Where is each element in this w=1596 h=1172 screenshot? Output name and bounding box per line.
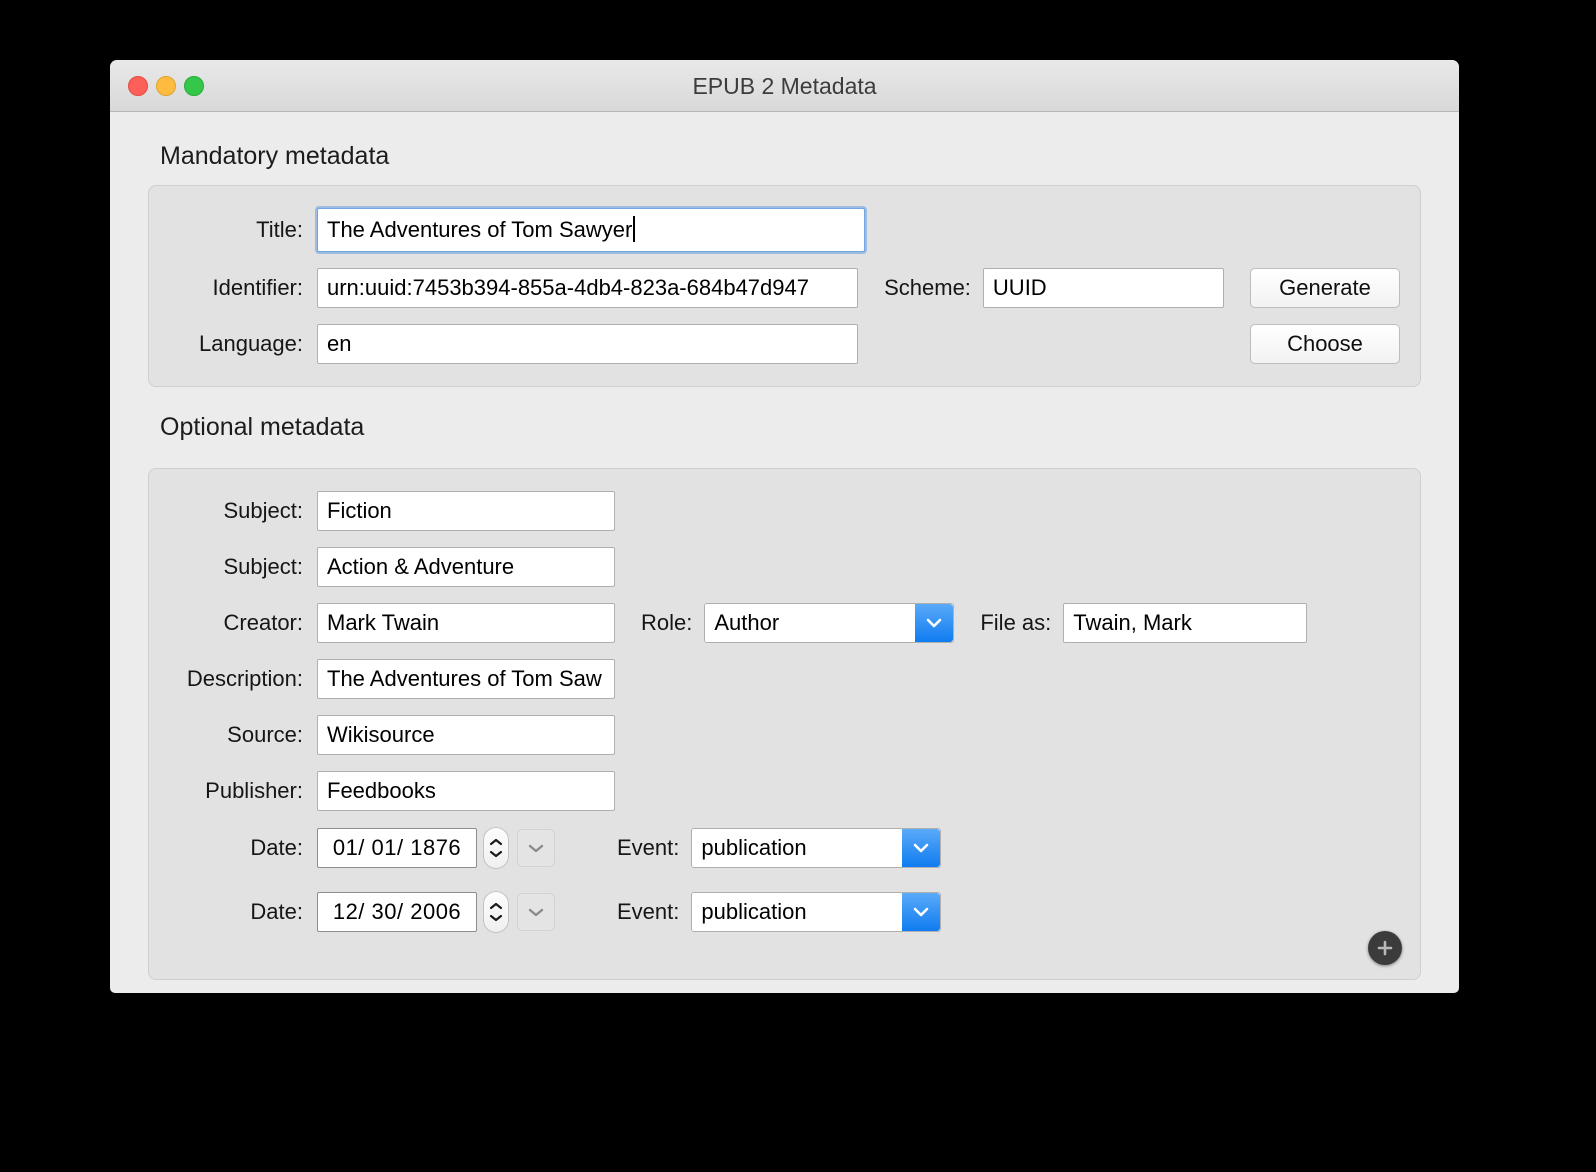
source-label: Source: <box>227 722 303 747</box>
title-label: Title: <box>256 217 303 242</box>
choose-button[interactable]: Choose <box>1250 324 1400 364</box>
title-input-value: The Adventures of Tom Sawyer <box>327 217 633 242</box>
chevron-up-icon <box>489 838 503 846</box>
creator-input[interactable]: Mark Twain <box>317 603 615 643</box>
chevron-down-icon <box>528 908 544 916</box>
language-input[interactable]: en <box>317 324 859 364</box>
event-dropdown-2-value: publication <box>692 893 903 931</box>
title-input[interactable]: The Adventures of Tom Sawyer <box>315 206 867 254</box>
minimize-button[interactable] <box>156 76 176 96</box>
identifier-row: Identifier: urn:uuid:7453b394-855a-4db4-… <box>169 268 1400 308</box>
zoom-button[interactable] <box>184 76 204 96</box>
chevron-down-icon <box>902 829 941 867</box>
chevron-up-icon <box>489 902 503 910</box>
date-pulldown-1[interactable] <box>517 829 555 867</box>
close-button[interactable] <box>128 76 148 96</box>
epub-metadata-dialog: EPUB 2 Metadata Mandatory metadata Title… <box>110 60 1459 993</box>
event-dropdown-1[interactable]: publication <box>691 828 942 868</box>
generate-button[interactable]: Generate <box>1250 268 1400 308</box>
date-label-2: Date: <box>250 899 303 924</box>
mandatory-section-title: Mandatory metadata <box>160 142 390 170</box>
date-input-2[interactable]: 12/ 30/ 2006 <box>317 892 477 932</box>
event-label-1: Event: <box>617 835 680 860</box>
description-row: Description: The Adventures of Tom Saw <box>169 659 1400 699</box>
window-title: EPUB 2 Metadata <box>692 73 877 99</box>
language-label: Language: <box>199 331 303 356</box>
event-dropdown-1-value: publication <box>692 829 903 867</box>
file-as-input[interactable]: Twain, Mark <box>1063 603 1308 643</box>
add-metadata-button[interactable] <box>1368 931 1402 965</box>
scheme-input[interactable]: UUID <box>982 268 1224 308</box>
scheme-label: Scheme: <box>884 275 971 300</box>
role-dropdown-value: Author <box>705 604 916 642</box>
date-row-2: Date: 12/ 30/ 2006 Event: publication <box>169 891 1400 933</box>
subject-label-2: Subject: <box>223 554 304 579</box>
date-input-1[interactable]: 01/ 01/ 1876 <box>317 828 477 868</box>
chevron-down-icon <box>489 914 503 922</box>
subject-label-1: Subject: <box>223 498 304 523</box>
window-controls <box>128 76 204 96</box>
text-caret <box>633 216 636 242</box>
publisher-label: Publisher: <box>205 778 303 803</box>
subject-input-1[interactable]: Fiction <box>317 491 615 531</box>
subject-row-2: Subject: Action & Adventure <box>169 547 1400 587</box>
role-label: Role: <box>641 610 693 635</box>
language-row: Language: en Scheme: Choose <box>169 324 1400 364</box>
subject-row-1: Subject: Fiction <box>169 491 1400 531</box>
description-input[interactable]: The Adventures of Tom Saw <box>317 659 615 699</box>
plus-icon <box>1377 940 1393 956</box>
date-stepper-2[interactable] <box>483 891 509 933</box>
creator-row: Creator: Mark Twain Role: Author File as… <box>169 603 1400 643</box>
source-input[interactable]: Wikisource <box>317 715 615 755</box>
mandatory-metadata-group: Title: The Adventures of Tom Sawyer Iden… <box>148 185 1421 387</box>
date-stepper-1[interactable] <box>483 827 509 869</box>
date-row-1: Date: 01/ 01/ 1876 Event: publication <box>169 827 1400 869</box>
date-label-1: Date: <box>250 835 303 860</box>
optional-section-title: Optional metadata <box>160 413 365 441</box>
file-as-label: File as: <box>980 610 1052 635</box>
event-label-2: Event: <box>617 899 680 924</box>
publisher-input[interactable]: Feedbooks <box>317 771 615 811</box>
identifier-label: Identifier: <box>212 275 304 300</box>
publisher-row: Publisher: Feedbooks <box>169 771 1400 811</box>
event-dropdown-2[interactable]: publication <box>691 892 942 932</box>
chevron-down-icon <box>489 850 503 858</box>
chevron-down-icon <box>915 604 954 642</box>
dialog-content: Mandatory metadata Title: The Adventures… <box>110 112 1459 993</box>
window-titlebar: EPUB 2 Metadata <box>110 60 1459 112</box>
dialog-footer: Cancel OK <box>148 980 1421 993</box>
subject-input-2[interactable]: Action & Adventure <box>317 547 615 587</box>
source-row: Source: Wikisource <box>169 715 1400 755</box>
role-dropdown[interactable]: Author <box>704 603 955 643</box>
optional-metadata-group: Subject: Fiction Subject: Action & Adven… <box>148 468 1421 980</box>
creator-label: Creator: <box>223 610 303 635</box>
date-pulldown-2[interactable] <box>517 893 555 931</box>
chevron-down-icon <box>528 844 544 852</box>
description-label: Description: <box>186 666 303 691</box>
identifier-input[interactable]: urn:uuid:7453b394-855a-4db4-823a-684b47d… <box>317 268 859 308</box>
title-row: Title: The Adventures of Tom Sawyer <box>169 206 1400 254</box>
chevron-down-icon <box>902 893 941 931</box>
